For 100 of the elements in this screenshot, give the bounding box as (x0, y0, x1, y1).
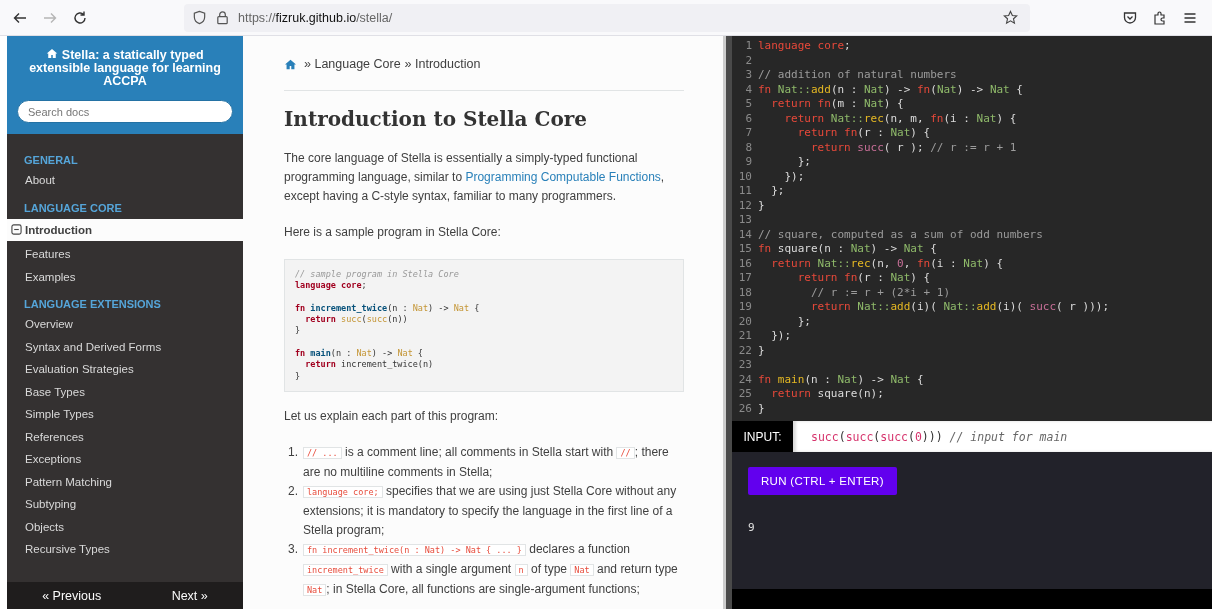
line-number: 20 (737, 314, 753, 329)
nav-item[interactable]: Exceptions (7, 448, 243, 471)
nav-item[interactable]: Evaluation Strategies (7, 358, 243, 381)
list-item-text: fn increment_twice(n : Nat) -> Nat { ... } declares a function increment_twice with a single argument n of type Nat and return type Nat ; in Stella Core, all functions are single-argument functions; (303, 539, 684, 600)
nav-item[interactable]: Pattern Matching (7, 470, 243, 493)
line-number: 13 (737, 213, 753, 228)
pocket-icon[interactable] (1122, 9, 1138, 26)
paragraph: Here is a sample program in Stella Core: (284, 224, 502, 241)
line-number: 6 (744, 111, 753, 126)
nav-item[interactable]: Recursive Types (7, 538, 243, 561)
breadcrumb-link[interactable]: » Language Core (304, 57, 401, 71)
line-number: 10 (737, 169, 753, 184)
line-number: 22 (737, 343, 753, 358)
address-bar[interactable]: https://fizruk.github.io/stella/ (184, 3, 1030, 32)
line-number: 23 (737, 358, 753, 373)
code-line: }); (783, 169, 805, 184)
code-line: return fn(r : Nat) { (796, 271, 931, 286)
extensions-icon[interactable] (1152, 9, 1168, 26)
line-number: 19 (737, 300, 753, 315)
list-item-text: // ... is a comment line; all comments in Stella start with // ; there are no multiline comments in Stella; (303, 443, 670, 481)
code-line: fn square(n : Nat) -> Nat { (758, 242, 937, 257)
code-line: return Nat::add(i)( Nat::add(i)( succ( r ))); (809, 300, 1110, 315)
nav-item[interactable]: Overview (7, 313, 243, 336)
line-number: 2 (744, 53, 753, 68)
text-link[interactable]: Programming Computable Functions (465, 170, 661, 184)
line-number: 1 (744, 39, 753, 54)
input-label: INPUT: (732, 421, 793, 452)
line-number: 8 (744, 140, 753, 155)
code-line: }; (796, 314, 811, 329)
shield-icon[interactable] (192, 10, 207, 25)
line-number: 25 (737, 387, 753, 402)
home-icon (46, 48, 59, 59)
nav-item[interactable]: Simple Types (7, 403, 243, 426)
lock-icon[interactable] (215, 10, 230, 25)
star-icon[interactable] (1003, 10, 1018, 25)
site-title-link[interactable]: Stella: a statically typed extensible language for learning ACCPA (17, 48, 233, 88)
paragraph: Let us explain each part of this program: (284, 407, 500, 425)
code-line: fn main(n : Nat) -> Nat { (758, 372, 924, 387)
code-line: // r := r + (2*i + 1) (809, 285, 951, 300)
line-number: 18 (737, 285, 753, 300)
line-number: 17 (737, 271, 753, 286)
output-text: 9 (748, 521, 756, 534)
code-line: return square(n); (770, 387, 884, 402)
line-number: 16 (737, 256, 753, 271)
code-line: fn Nat::add(n : Nat) -> fn(Nat) -> Nat { (758, 82, 1023, 97)
list-number: 1. (287, 443, 298, 461)
code-line: return succ( r ); // r := r + 1 (809, 140, 1017, 155)
collapse-icon (11, 224, 22, 236)
line-number: 3 (744, 68, 753, 83)
code-line: } (758, 401, 765, 416)
line-number: 4 (744, 82, 753, 97)
nav-item[interactable]: Introduction (7, 218, 243, 241)
section-heading: GENERAL (23, 153, 79, 168)
nav-item[interactable]: Examples (7, 265, 243, 288)
nav-item[interactable]: Features (7, 243, 243, 266)
run-button[interactable]: RUN (CTRL + ENTER) (748, 467, 897, 495)
nav-item[interactable]: Base Types (7, 380, 243, 403)
code-line: }); (770, 329, 792, 344)
nav-item[interactable]: Subtyping (7, 493, 243, 516)
page-heading: Introduction to Stella Core (284, 107, 588, 131)
line-number: 5 (744, 97, 753, 112)
code-line: }; (796, 155, 811, 170)
search-field[interactable]: Search docs (17, 100, 233, 123)
code-line: // addition of natural numbers (758, 68, 957, 83)
code-line: } (758, 343, 765, 358)
home-icon[interactable] (284, 58, 297, 70)
nav-item[interactable]: Syntax and Derived Forms (7, 335, 243, 358)
section-heading: LANGUAGE EXTENSIONS (23, 297, 162, 312)
line-number: 12 (737, 198, 753, 213)
line-number: 21 (737, 329, 753, 344)
nav-item[interactable]: About (7, 169, 243, 192)
line-number: 24 (737, 372, 753, 387)
reload-icon[interactable] (72, 9, 88, 26)
code-line: return fn(m : Nat) { (770, 97, 904, 112)
list-item-text: language core; specifies that we are using just Stella Core without any extensions; it is mandatory to specify the language in the first line of a Stella program; (303, 482, 678, 539)
line-number: 15 (737, 242, 753, 257)
line-number: 26 (737, 401, 753, 416)
input-field[interactable]: succ(succ(succ(0))) // input for main (793, 421, 1212, 452)
line-number: 7 (744, 126, 753, 141)
section-heading: LANGUAGE CORE (23, 200, 123, 216)
code-line: language core; (758, 39, 851, 54)
breadcrumb-link[interactable]: » Introduction (404, 57, 481, 71)
code-line: // square, computed as a sum of odd numbers (758, 227, 1043, 242)
list-number: 2. (287, 482, 298, 500)
previous-link[interactable]: « Previous (42, 588, 102, 603)
line-number: 9 (744, 155, 753, 170)
url-text: https://fizruk.github.io/stella/ (238, 10, 394, 25)
code-line: } (758, 198, 765, 213)
line-number: 11 (737, 184, 753, 199)
code-line: return Nat::rec(n, 0, fn(i : Nat) { (770, 256, 1004, 271)
line-number: 14 (737, 227, 753, 242)
code-block: // sample program in Stella Core language core; fn increment_twice(n : Nat) -> Nat { return succ(succ(n)) } fn main(n : Nat) -> Nat { return increment_twice(n) } (284, 259, 684, 392)
code-line: return Nat::rec(n, m, fn(i : Nat) { (783, 111, 1017, 126)
nav-item[interactable]: References (7, 425, 243, 448)
code-line: return fn(r : Nat) { (796, 126, 931, 141)
list-number: 3. (287, 540, 298, 558)
nav-item[interactable]: Objects (7, 515, 243, 538)
next-link[interactable]: Next » (171, 588, 208, 603)
intro-paragraph: The core language of Stella is essentially a simply-typed functional programming language, similar to Programming Computable Functions, except having a C-style syntax, familiar to many programmers. (284, 150, 666, 205)
code-line: }; (770, 184, 785, 199)
